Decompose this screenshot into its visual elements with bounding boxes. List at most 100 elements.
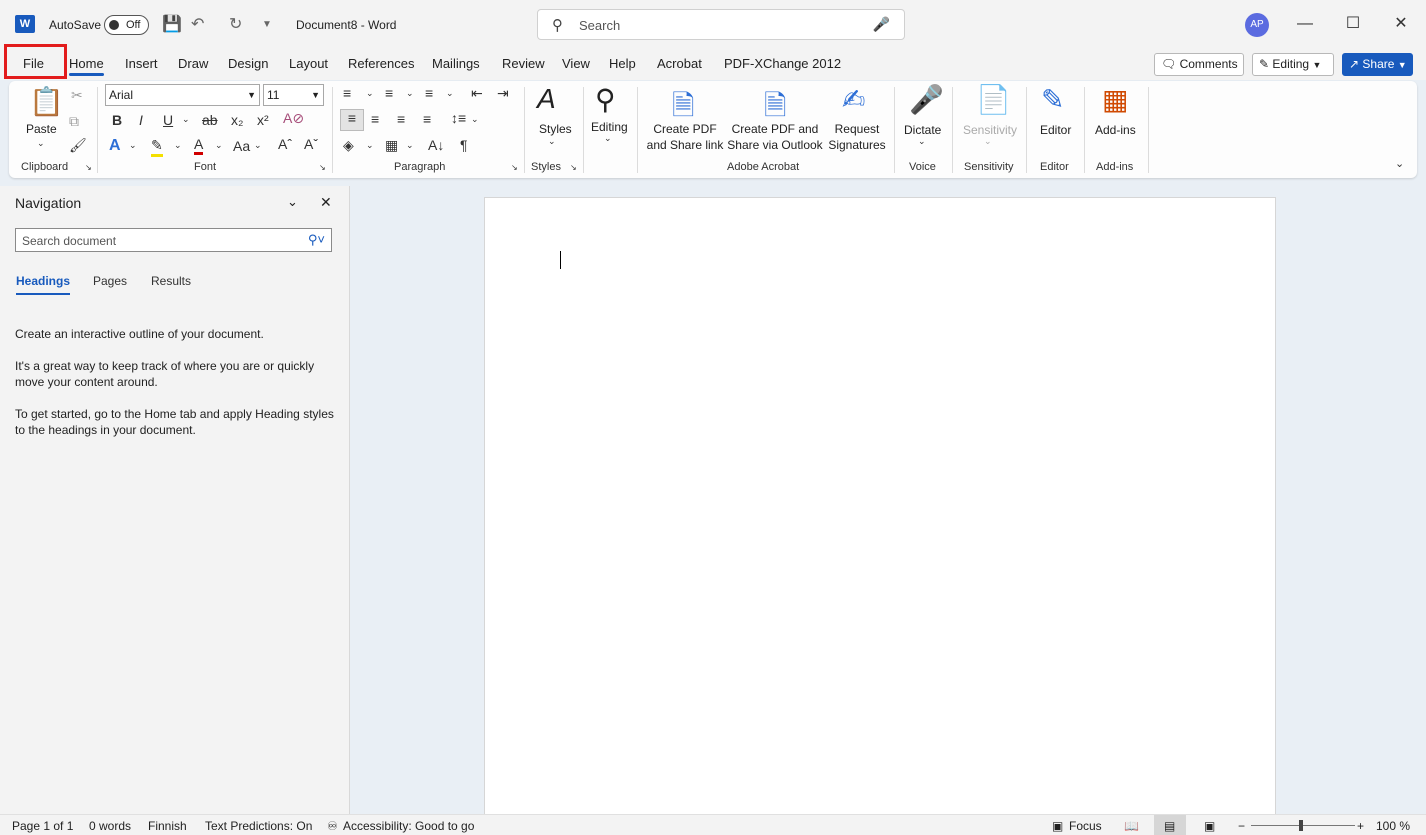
- line-spacing-icon[interactable]: ↕≡: [451, 110, 466, 126]
- borders-icon[interactable]: ▦: [385, 137, 398, 154]
- decrease-indent-icon[interactable]: ⇤: [471, 85, 483, 102]
- chevron-down-icon[interactable]: ⌄: [604, 133, 612, 144]
- search-icon[interactable]: ⚲˅: [308, 232, 325, 248]
- tab-draw[interactable]: Draw: [178, 56, 208, 71]
- chevron-down-icon[interactable]: ⌄: [129, 140, 137, 151]
- chevron-down-icon[interactable]: ⌄: [406, 140, 414, 151]
- chevron-down-icon[interactable]: ⌄: [446, 88, 454, 99]
- chevron-down-icon[interactable]: ⌄: [182, 114, 190, 125]
- microphone-icon[interactable]: 🎤: [909, 83, 944, 116]
- page-count[interactable]: Page 1 of 1: [12, 819, 73, 833]
- avatar[interactable]: AP: [1245, 13, 1269, 37]
- styles-button-label[interactable]: Styles: [539, 121, 572, 137]
- copy-icon[interactable]: ⧉: [69, 113, 79, 130]
- change-case-icon[interactable]: Aa: [233, 138, 250, 154]
- italic-icon[interactable]: I: [139, 112, 143, 128]
- text-predictions[interactable]: Text Predictions: On: [205, 819, 312, 833]
- focus-mode[interactable]: Focus: [1069, 819, 1102, 833]
- tab-help[interactable]: Help: [609, 56, 636, 71]
- read-mode-icon[interactable]: 📖: [1124, 819, 1139, 833]
- zoom-slider-track[interactable]: [1251, 825, 1355, 826]
- chevron-down-icon[interactable]: ⌄: [215, 140, 223, 151]
- numbering-icon[interactable]: ≡: [385, 85, 393, 101]
- editor-pen-icon[interactable]: ✎: [1041, 83, 1064, 116]
- create-pdf-outlook-label-2[interactable]: Share via Outlook: [726, 137, 824, 153]
- customize-quick-access-icon[interactable]: ▼: [262, 19, 272, 30]
- chevron-down-icon[interactable]: ⌄: [287, 194, 298, 210]
- increase-indent-icon[interactable]: ⇥: [497, 85, 509, 102]
- tab-pdf-xchange[interactable]: PDF-XChange 2012: [724, 56, 841, 71]
- superscript-icon[interactable]: x²: [257, 112, 269, 128]
- save-icon[interactable]: 💾: [162, 14, 182, 34]
- tab-headings[interactable]: Headings: [16, 274, 71, 295]
- tab-layout[interactable]: Layout: [289, 56, 328, 71]
- share-button[interactable]: ↗ Share ▼: [1342, 53, 1413, 76]
- tab-mailings[interactable]: Mailings: [432, 56, 480, 71]
- request-signatures-label-1[interactable]: Request: [827, 121, 887, 137]
- chevron-down-icon[interactable]: ⌄: [548, 136, 556, 147]
- search-document-input[interactable]: Search document ⚲˅: [15, 228, 332, 252]
- shrink-font-icon[interactable]: Aˇ: [304, 136, 318, 152]
- dialog-launcher-icon[interactable]: ↘: [570, 163, 577, 172]
- editor-button-label[interactable]: Editor: [1040, 122, 1071, 138]
- grow-font-icon[interactable]: Aˆ: [278, 136, 292, 152]
- align-right-icon[interactable]: ≡: [397, 111, 405, 127]
- collapse-ribbon-icon[interactable]: ⌄: [1395, 157, 1404, 170]
- tab-design[interactable]: Design: [228, 56, 268, 71]
- autosave-toggle[interactable]: Off: [104, 15, 149, 35]
- tab-view[interactable]: View: [562, 56, 590, 71]
- tab-insert[interactable]: Insert: [125, 56, 158, 71]
- tab-home[interactable]: Home: [69, 56, 104, 76]
- chevron-down-icon[interactable]: ⌄: [406, 88, 414, 99]
- create-pdf-outlook-label-1[interactable]: Create PDF and: [727, 121, 823, 137]
- chevron-down-icon[interactable]: ⌄: [366, 140, 374, 151]
- zoom-out-button[interactable]: −: [1238, 819, 1245, 833]
- underline-icon[interactable]: U: [163, 112, 173, 128]
- clear-formatting-icon[interactable]: A⊘: [283, 110, 304, 127]
- close-icon[interactable]: ✕: [1386, 12, 1416, 36]
- chevron-down-icon[interactable]: ⌄: [471, 114, 479, 125]
- web-layout-icon[interactable]: ▣: [1204, 819, 1215, 833]
- editing-mode-button[interactable]: ✎ Editing ▼: [1252, 53, 1334, 76]
- print-layout-icon[interactable]: ▤: [1164, 819, 1175, 833]
- minimize-icon[interactable]: —: [1290, 12, 1320, 36]
- font-color-icon[interactable]: A: [194, 136, 204, 155]
- justify-icon[interactable]: ≡: [423, 111, 431, 127]
- highlight-color-icon[interactable]: ✎: [151, 137, 163, 157]
- document-page[interactable]: [484, 197, 1276, 827]
- font-name-combo[interactable]: Arial ▼: [105, 84, 260, 106]
- paste-button-label[interactable]: Paste: [26, 121, 57, 137]
- strikethrough-icon[interactable]: ab: [202, 112, 218, 128]
- multilevel-list-icon[interactable]: ≡: [425, 85, 433, 101]
- add-ins-grid-icon[interactable]: ▦: [1102, 83, 1128, 116]
- add-ins-button-label[interactable]: Add-ins: [1095, 122, 1136, 138]
- bullets-icon[interactable]: ≡: [343, 85, 351, 101]
- shading-icon[interactable]: ◈: [343, 137, 354, 154]
- tab-review[interactable]: Review: [502, 56, 545, 71]
- tab-pages[interactable]: Pages: [93, 274, 127, 288]
- paste-icon[interactable]: 📋: [29, 85, 64, 118]
- tab-results[interactable]: Results: [151, 274, 191, 288]
- chevron-down-icon[interactable]: ⌄: [918, 136, 926, 147]
- tab-acrobat[interactable]: Acrobat: [657, 56, 702, 71]
- cut-icon[interactable]: ✂: [71, 87, 83, 104]
- request-signatures-label-2[interactable]: Signatures: [827, 137, 887, 153]
- show-formatting-marks-icon[interactable]: ¶: [460, 137, 468, 153]
- create-pdf-share-link-label-2[interactable]: and Share link: [645, 137, 725, 153]
- dialog-launcher-icon[interactable]: ↘: [511, 163, 518, 172]
- chevron-down-icon[interactable]: ⌄: [366, 88, 374, 99]
- undo-icon[interactable]: ↶: [191, 14, 204, 34]
- search-box[interactable]: ⚲ Search 🎤: [537, 9, 905, 40]
- find-icon[interactable]: ⚲: [595, 83, 616, 116]
- microphone-icon[interactable]: 🎤: [873, 16, 890, 33]
- chevron-down-icon[interactable]: ⌄: [37, 138, 45, 149]
- create-pdf-share-link-label-1[interactable]: Create PDF: [648, 121, 722, 137]
- close-icon[interactable]: ✕: [320, 194, 332, 211]
- font-size-combo[interactable]: 11 ▼: [263, 84, 324, 106]
- zoom-in-button[interactable]: +: [1357, 819, 1364, 833]
- subscript-icon[interactable]: x₂: [231, 112, 243, 128]
- chevron-down-icon[interactable]: ⌄: [254, 140, 262, 151]
- align-left-icon[interactable]: ≡: [340, 109, 364, 131]
- align-center-icon[interactable]: ≡: [371, 111, 379, 127]
- format-painter-icon[interactable]: 🖌: [69, 137, 87, 154]
